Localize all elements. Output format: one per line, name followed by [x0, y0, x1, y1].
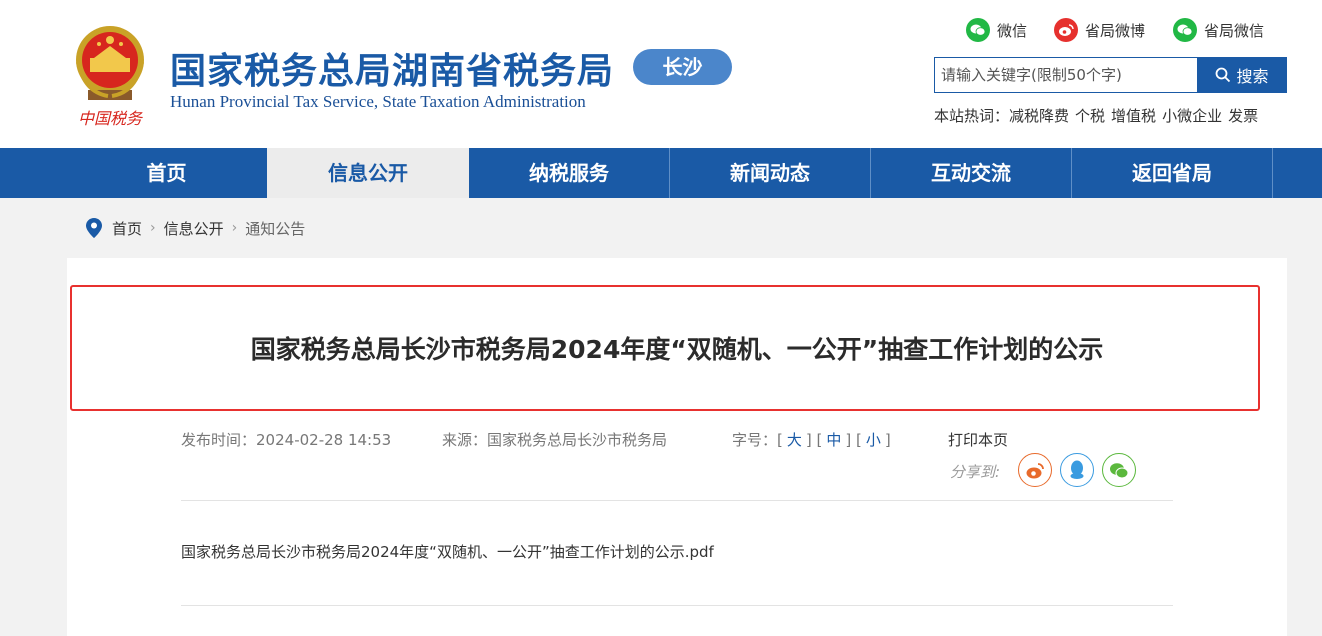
publish-time-value: 2024-02-28 14:53 — [256, 431, 392, 449]
font-size-switcher: 字号：[大] [中] [小] — [732, 431, 891, 449]
source-label: 来源： — [442, 431, 488, 449]
social-label: 省局微信 — [1204, 21, 1265, 40]
social-weibo-link[interactable]: 省局微博 — [1054, 16, 1145, 44]
font-size-large[interactable]: 大 — [787, 431, 802, 449]
search-button[interactable]: 搜索 — [1197, 57, 1287, 93]
site-title: 国家税务总局湖南省税务局 — [170, 51, 615, 92]
hot-word-link[interactable]: 增值税 — [1111, 105, 1156, 126]
national-emblem-logo: 中国税务 — [76, 26, 144, 128]
chevron-right-icon: › — [150, 220, 156, 236]
content-divider — [181, 605, 1173, 606]
chevron-right-icon: › — [231, 220, 238, 236]
attachment-pdf-link[interactable]: 国家税务总局长沙市税务局2024年度“双随机、一公开”抽查工作计划的公示.pdf — [181, 541, 714, 562]
weibo-icon — [1026, 462, 1044, 478]
hot-words-label: 本站热词： — [934, 107, 1010, 125]
nav-divider — [1272, 148, 1273, 198]
nav-item-back-to-province[interactable]: 返回省局 — [1072, 148, 1272, 198]
wechat-icon — [1110, 462, 1129, 478]
location-pin-icon — [86, 218, 102, 238]
wechat-icon — [1173, 18, 1197, 42]
share-wechat-button[interactable] — [1102, 453, 1136, 487]
main-nav: 首页 信息公开 纳税服务 新闻动态 互动交流 返回省局 — [0, 148, 1322, 198]
hot-words: 本站热词： 减税降费 个税 增值税 小微企业 发票 — [934, 105, 1264, 126]
nav-item-tax-service[interactable]: 纳税服务 — [469, 148, 669, 198]
source-value: 国家税务总局长沙市税务局 — [487, 431, 668, 449]
site-header: 中国税务 国家税务总局湖南省税务局 Hunan Provincial Tax S… — [0, 0, 1322, 148]
breadcrumb-home[interactable]: 首页 — [112, 218, 142, 239]
search-button-label: 搜索 — [1236, 69, 1269, 86]
emblem-caption: 中国税务 — [78, 109, 144, 128]
weibo-icon — [1054, 18, 1078, 42]
hot-word-link[interactable]: 个税 — [1075, 105, 1105, 126]
hot-word-link[interactable]: 发票 — [1228, 105, 1258, 126]
hot-word-link[interactable]: 小微企业 — [1162, 105, 1222, 126]
search-input[interactable] — [934, 57, 1198, 93]
font-size-label: 字号： — [732, 431, 778, 449]
social-label: 省局微博 — [1085, 21, 1146, 40]
publish-time-label: 发布时间： — [181, 431, 257, 449]
share-qq-button[interactable] — [1060, 453, 1094, 487]
print-page-link[interactable]: 打印本页 — [948, 429, 1008, 450]
site-subtitle: Hunan Provincial Tax Service, State Taxa… — [170, 92, 586, 111]
search-icon — [1216, 67, 1231, 83]
content-divider — [181, 500, 1173, 501]
nav-item-news[interactable]: 新闻动态 — [670, 148, 870, 198]
social-label: 微信 — [997, 21, 1028, 40]
social-wechat-link[interactable]: 微信 — [966, 16, 1027, 44]
publish-time: 发布时间：2024-02-28 14:53 — [181, 429, 391, 450]
breadcrumb-notices: 通知公告 — [245, 219, 306, 238]
qq-icon — [1070, 460, 1084, 479]
share-weibo-button[interactable] — [1018, 453, 1052, 487]
font-size-medium[interactable]: 中 — [826, 431, 841, 449]
article-source: 来源：国家税务总局长沙市税务局 — [442, 429, 667, 450]
nav-item-info-disclosure[interactable]: 信息公开 — [267, 148, 469, 198]
nav-item-interaction[interactable]: 互动交流 — [871, 148, 1071, 198]
hot-word-link[interactable]: 减税降费 — [1009, 105, 1069, 126]
font-size-small[interactable]: 小 — [866, 431, 881, 449]
breadcrumb-info-disclosure[interactable]: 信息公开 — [164, 218, 224, 239]
nav-item-home[interactable]: 首页 — [66, 148, 267, 198]
article-title: 国家税务总局长沙市税务局2024年度“双随机、一公开”抽查工作计划的公示 — [250, 335, 1104, 364]
breadcrumb: 首页 › 信息公开 › 通知公告 — [86, 217, 305, 239]
social-provincial-wechat-link[interactable]: 省局微信 — [1173, 16, 1264, 44]
city-badge[interactable]: 长沙 — [633, 49, 732, 85]
wechat-icon — [966, 18, 990, 42]
share-label: 分享到: — [950, 463, 1001, 481]
